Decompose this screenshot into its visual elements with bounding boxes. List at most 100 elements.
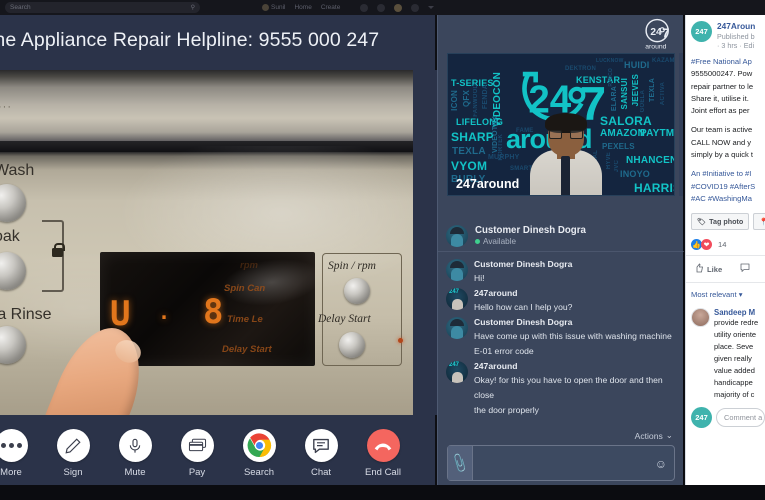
post-page-name[interactable]: 247Aroun bbox=[717, 21, 755, 31]
nav-create[interactable]: Create bbox=[321, 4, 341, 11]
chat-button[interactable]: Chat bbox=[290, 429, 352, 478]
facebook-search-box[interactable]: Search ⚲ bbox=[5, 2, 200, 13]
chat-message: Customer Dinesh Dogra Have come up with … bbox=[446, 317, 676, 359]
tag-photo-button[interactable]: 🏷 Tag photo bbox=[691, 213, 750, 231]
end-call-button[interactable]: End Call bbox=[352, 429, 414, 478]
machine-label-soak: oak bbox=[0, 228, 20, 245]
chat-contact-header[interactable]: Customer Dinesh Dogra Available bbox=[438, 220, 684, 252]
like-button[interactable]: Like bbox=[694, 263, 722, 275]
chevron-down-icon: ⌄ bbox=[665, 430, 673, 440]
payment-cards-icon bbox=[180, 429, 214, 462]
mute-label: Mute bbox=[124, 467, 146, 478]
sign-button[interactable]: Sign bbox=[42, 429, 104, 478]
wc-word: ICON bbox=[450, 90, 459, 111]
display-dot: . bbox=[158, 300, 171, 324]
chat-composer[interactable]: 📎 ☺ bbox=[447, 445, 675, 481]
machine-edge-mark: ··· bbox=[0, 101, 12, 113]
message-sender: Customer Dinesh Dogra bbox=[474, 317, 573, 328]
comment-sort-dropdown[interactable]: Most relevant ▾ bbox=[686, 282, 765, 303]
wc-word: JVC bbox=[614, 160, 620, 173]
post-line: Share it, utilise it. bbox=[691, 93, 749, 103]
contact-info: Customer Dinesh Dogra Available bbox=[475, 225, 586, 246]
post-header: 247 247Aroun Published b · 3 hrs · Edi bbox=[686, 15, 765, 50]
wc-word: GOELA bbox=[640, 90, 646, 113]
end-call-label: End Call bbox=[365, 467, 401, 478]
message-body: Customer Dinesh Dogra Have come up with … bbox=[474, 317, 676, 359]
wc-word: KORTEK bbox=[498, 134, 504, 161]
contact-status-label: Available bbox=[483, 237, 517, 247]
search-button[interactable]: Search bbox=[228, 429, 290, 478]
caret-down-icon: ▾ bbox=[738, 290, 743, 300]
pen-sign-icon bbox=[56, 429, 90, 462]
post-line: #AC #WashingMa bbox=[691, 193, 752, 203]
actions-menu[interactable]: Actions ⌄ bbox=[635, 430, 673, 441]
video-side-fill bbox=[413, 70, 437, 415]
actions-label: Actions bbox=[634, 430, 663, 441]
chat-label: Chat bbox=[310, 467, 332, 478]
post-line: simply by a quick t bbox=[691, 150, 754, 160]
facebook-topbar: Search ⚲ Sunil Home Create bbox=[0, 0, 765, 15]
pay-button[interactable]: Pay bbox=[166, 429, 228, 478]
machine-knob-spin[interactable] bbox=[344, 278, 370, 304]
247around-avatar: 247 bbox=[691, 407, 712, 429]
facebook-post-panel: 247 247Aroun Published b · 3 hrs · Edi #… bbox=[685, 15, 765, 485]
message-text: Hello how can I help you? bbox=[474, 302, 573, 313]
commenter-name[interactable]: Sandeep M bbox=[714, 308, 758, 317]
wc-word: INOYO bbox=[620, 169, 651, 179]
message-sender: 247around bbox=[474, 361, 518, 372]
post-tag-row: 🏷 Tag photo 📍 bbox=[686, 205, 765, 231]
attach-button[interactable]: 📎 bbox=[448, 446, 473, 480]
page-title: ine Appliance Repair Helpline: 9555 000 … bbox=[0, 28, 380, 51]
messenger-icon[interactable] bbox=[377, 3, 386, 12]
location-button[interactable]: 📍 bbox=[753, 213, 765, 231]
pay-label: Pay bbox=[188, 467, 206, 478]
display-indicator-delay-start: Delay Start bbox=[222, 344, 272, 355]
comment-line: handicappe bbox=[714, 378, 753, 388]
search-placeholder: Search bbox=[10, 4, 31, 11]
more-dots-icon bbox=[0, 429, 28, 462]
247around-avatar[interactable]: 247 bbox=[691, 21, 712, 42]
mute-button[interactable]: Mute bbox=[104, 429, 166, 478]
call-title-bar: ine Appliance Repair Helpline: 9555 000 … bbox=[0, 15, 435, 65]
comment-button[interactable] bbox=[740, 263, 750, 275]
svg-text:around: around bbox=[645, 43, 666, 50]
machine-knob-delay[interactable] bbox=[339, 332, 365, 358]
comment-input[interactable]: Comment a bbox=[716, 408, 765, 428]
wc-word: QFX bbox=[462, 90, 471, 108]
chat-messages: Customer Dinesh Dogra Hi! 247around Hell… bbox=[438, 255, 684, 427]
post-line: repair partner to le bbox=[691, 81, 754, 91]
brand-wordcloud: T-SERIES ICON QFX FANWOOD FENDA VIDEOCON… bbox=[448, 54, 674, 195]
smiley-icon[interactable]: ☺ bbox=[655, 457, 667, 471]
chat-message: 247around Okay! for this you have to ope… bbox=[446, 361, 676, 418]
washing-machine-photo: ··· Wash oak ra Rinse U . 8 rpm Spin Can… bbox=[0, 70, 413, 415]
machine-label-rinse: ra Rinse bbox=[0, 306, 52, 323]
friend-requests-icon[interactable] bbox=[360, 3, 369, 12]
notifications-icon[interactable] bbox=[394, 3, 403, 12]
machine-label-delay-start: Delay Start bbox=[318, 313, 371, 325]
post-reactions[interactable]: 👍 ❤ 14 bbox=[686, 230, 765, 251]
post-line: Joint effort as per bbox=[691, 106, 750, 116]
bottom-bar bbox=[0, 485, 765, 500]
more-button[interactable]: More bbox=[0, 429, 42, 478]
nav-home[interactable]: Home bbox=[294, 4, 311, 11]
microphone-icon bbox=[118, 429, 152, 462]
presenter-video-card[interactable]: T-SERIES ICON QFX FANWOOD FENDA VIDEOCON… bbox=[447, 53, 675, 196]
chevron-down-icon[interactable] bbox=[428, 6, 435, 9]
post-timestamp[interactable]: · 3 hrs · Edi bbox=[717, 41, 755, 50]
customer-avatar bbox=[446, 224, 468, 247]
wc-word: FENDA bbox=[482, 84, 489, 110]
comment-line: given really bbox=[714, 354, 752, 364]
account-menu-icon[interactable] bbox=[411, 3, 420, 12]
nav-user[interactable]: Sunil bbox=[262, 4, 285, 11]
comment-line: value added bbox=[714, 366, 755, 376]
chat-message: Customer Dinesh Dogra Hi! bbox=[446, 259, 676, 286]
message-body: Customer Dinesh Dogra Hi! bbox=[474, 259, 676, 286]
chat-message-input[interactable] bbox=[473, 446, 674, 480]
commenter-avatar[interactable] bbox=[691, 308, 710, 328]
contact-status: Available bbox=[475, 237, 586, 246]
video-feed[interactable]: ··· Wash oak ra Rinse U . 8 rpm Spin Can… bbox=[0, 70, 413, 415]
thumbs-up-icon bbox=[694, 263, 704, 275]
post-meta: 247Aroun Published b · 3 hrs · Edi bbox=[717, 21, 755, 50]
display-indicator-rpm: rpm bbox=[240, 260, 258, 271]
